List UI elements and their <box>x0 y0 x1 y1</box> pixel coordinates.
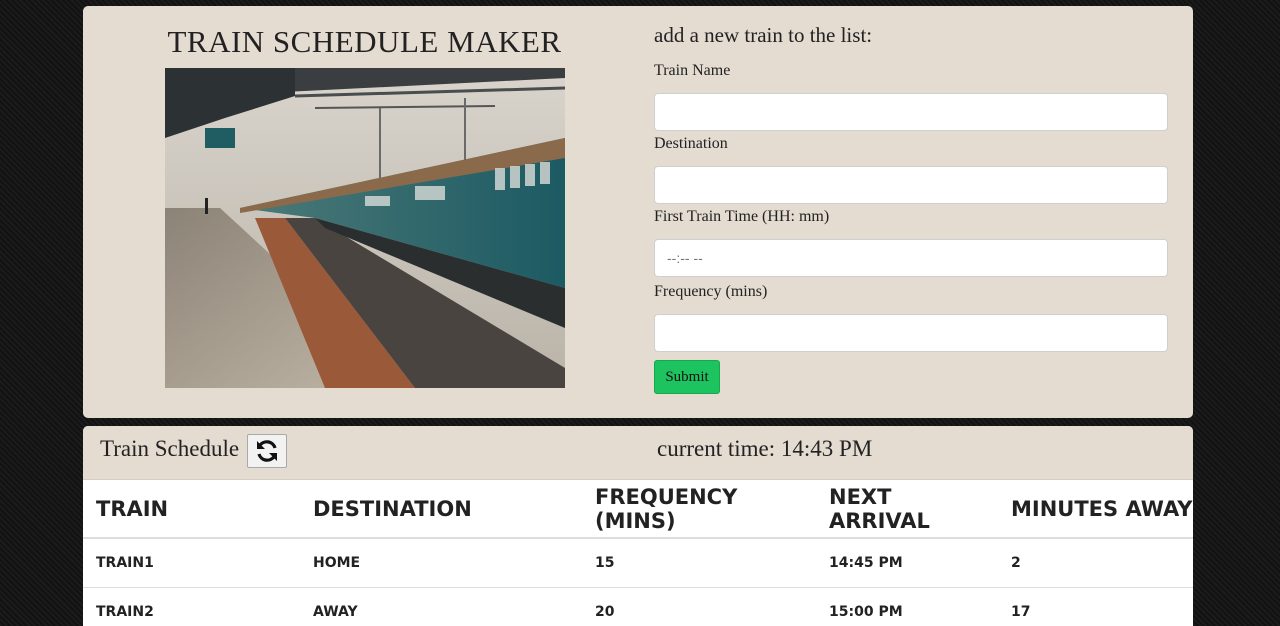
table-header-row: Train Destination Frequency (mins) Next … <box>83 481 1193 539</box>
column-header-next-arrival: Next Arrival <box>816 481 998 539</box>
train-cell: Train1 <box>83 538 300 588</box>
minutes-away-cell: 17 <box>998 587 1193 626</box>
next-arrival-cell: 15:00 PM <box>816 587 998 626</box>
frequency-label: Frequency (mins) <box>654 283 768 300</box>
refresh-button[interactable] <box>247 434 287 468</box>
train-cell: Train2 <box>83 587 300 626</box>
add-train-panel: TRAIN SCHEDULE MAKER add a new train to … <box>83 6 1193 418</box>
page-title: TRAIN SCHEDULE MAKER <box>167 24 562 59</box>
schedule-header: Train Schedule current time: 14:43 PM <box>83 426 1193 480</box>
next-arrival-cell: 14:45 PM <box>816 538 998 588</box>
minutes-away-cell: 2 <box>998 538 1193 588</box>
frequency-input[interactable] <box>654 314 1168 352</box>
train-name-input[interactable] <box>654 93 1168 131</box>
column-header-frequency: Frequency (mins) <box>582 481 816 539</box>
frequency-cell: 15 <box>582 538 816 588</box>
submit-button[interactable]: Submit <box>654 360 720 394</box>
destination-cell: Home <box>300 538 582 588</box>
first-train-time-input[interactable] <box>654 239 1168 277</box>
table-row: Train1 Home 15 14:45 PM 2 <box>83 538 1193 588</box>
destination-label: Destination <box>654 135 728 152</box>
frequency-cell: 20 <box>582 587 816 626</box>
column-header-destination: Destination <box>300 481 582 539</box>
table-row: Train2 Away 20 15:00 PM 17 <box>83 587 1193 626</box>
destination-cell: Away <box>300 587 582 626</box>
train-name-label: Train Name <box>654 62 731 79</box>
train-schedule-panel: Train Schedule current time: 14:43 PM Tr… <box>83 426 1193 626</box>
train-station-photo <box>165 68 565 388</box>
schedule-title: Train Schedule <box>100 436 240 461</box>
first-train-time-label: First Train Time (HH: mm) <box>654 208 830 225</box>
current-time: current time: 14:43 PM <box>657 436 873 461</box>
column-header-minutes-away: Minutes Away <box>998 481 1193 539</box>
schedule-table: Train Destination Frequency (mins) Next … <box>83 481 1193 626</box>
column-header-train: Train <box>83 481 300 539</box>
form-heading: add a new train to the list: <box>654 23 873 47</box>
destination-input[interactable] <box>654 166 1168 204</box>
refresh-icon <box>257 440 277 462</box>
